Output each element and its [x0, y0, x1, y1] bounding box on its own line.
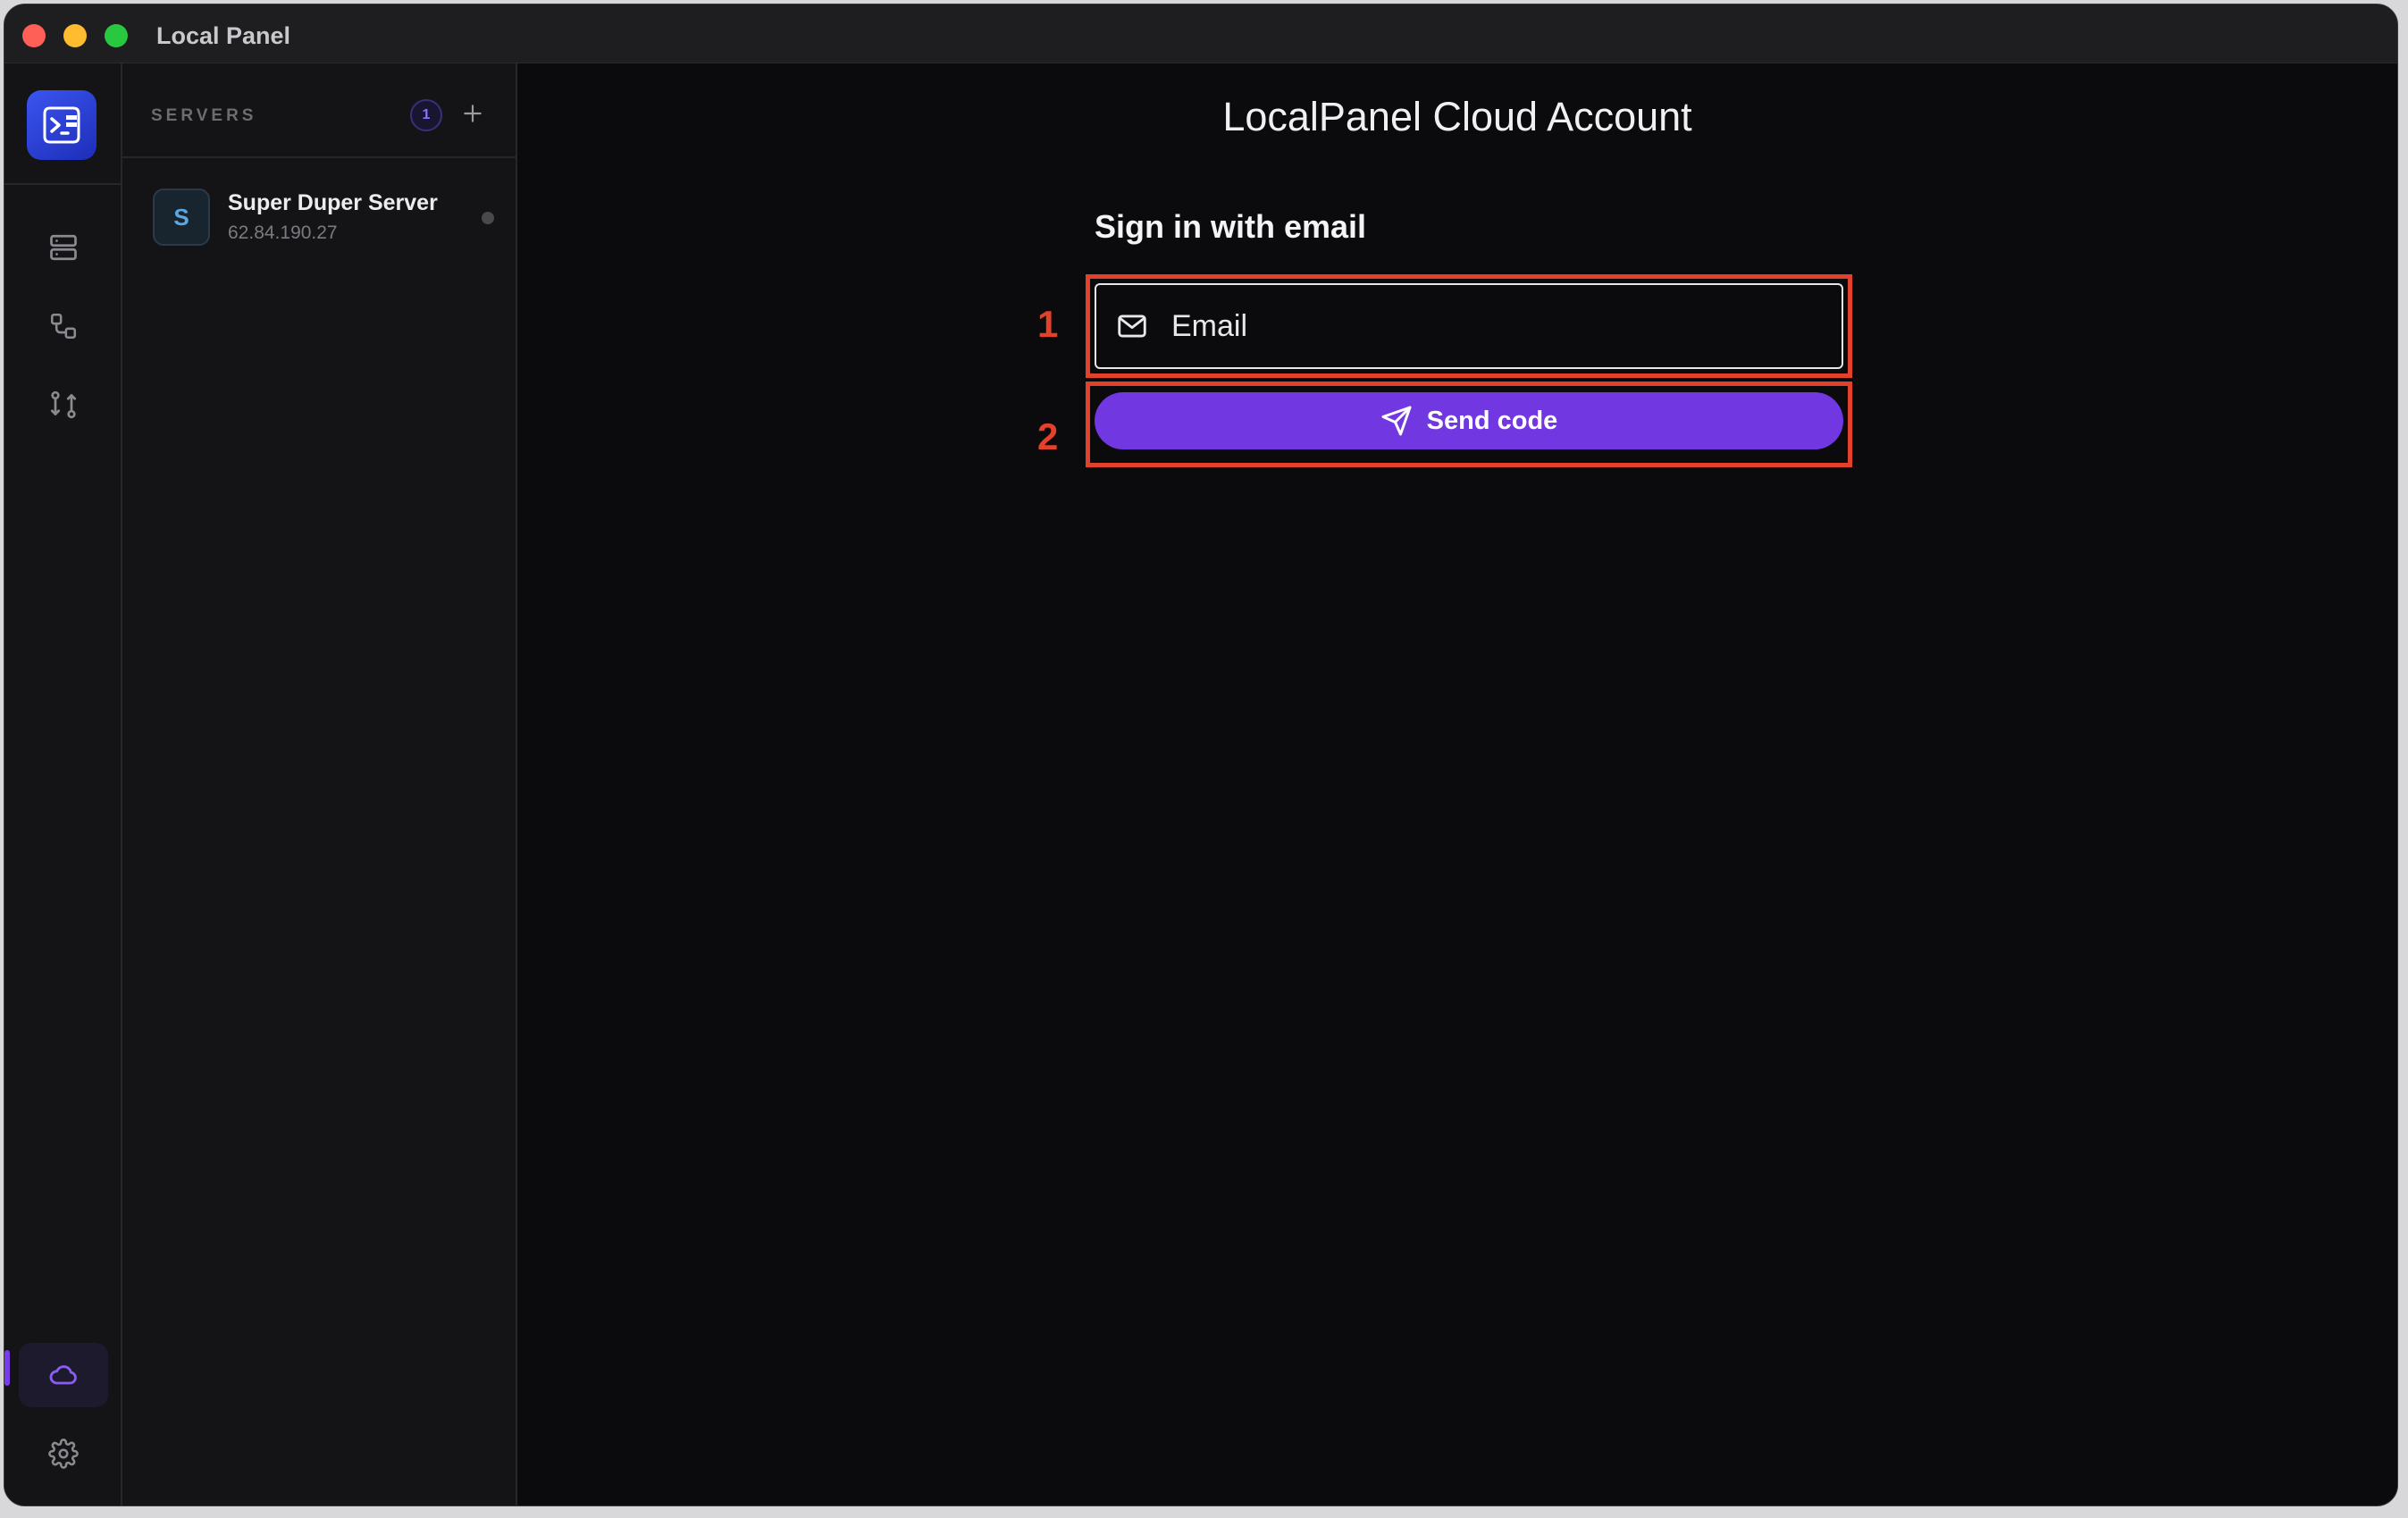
server-stack-icon	[50, 234, 77, 261]
app-window: Local Panel SERVERS 1 S Super Duper Serv…	[4, 4, 2398, 1506]
title-bar: Local Panel	[4, 4, 2397, 63]
minimize-window-button[interactable]	[63, 24, 87, 47]
servers-header: SERVERS 1	[122, 63, 516, 158]
workflows-nav-button[interactable]	[19, 294, 108, 358]
app-logo[interactable]	[27, 90, 96, 160]
servers-panel: SERVERS 1 S Super Duper Server 62.84.190…	[122, 63, 517, 1505]
sync-nav-button[interactable]	[19, 373, 108, 437]
paper-plane-icon	[1381, 406, 1412, 436]
server-name: Super Duper Server	[228, 190, 438, 215]
active-indicator	[4, 1350, 10, 1386]
cloud-nav-button[interactable]	[19, 1343, 108, 1407]
server-status-dot	[482, 212, 494, 224]
settings-nav-button[interactable]	[19, 1422, 108, 1486]
server-list-item[interactable]: S Super Duper Server 62.84.190.27	[137, 176, 501, 258]
mail-icon	[1114, 308, 1150, 344]
annotation-number-2: 2	[1037, 415, 1059, 457]
send-code-label: Send code	[1426, 406, 1558, 435]
rail-divider	[4, 183, 121, 185]
add-server-button[interactable]	[455, 96, 491, 131]
close-window-button[interactable]	[22, 24, 46, 47]
workflow-icon	[50, 313, 77, 340]
server-avatar: S	[153, 189, 210, 246]
email-field[interactable]	[1095, 283, 1843, 369]
gear-icon	[48, 1438, 79, 1469]
plus-icon	[464, 105, 482, 122]
servers-nav-button[interactable]	[19, 215, 108, 280]
servers-label: SERVERS	[151, 106, 257, 125]
form-title: Sign in with email	[1095, 208, 1367, 245]
cloud-icon	[49, 1365, 77, 1385]
main-content: LocalPanel Cloud Account Sign in with em…	[517, 63, 2397, 1505]
git-compare-icon	[50, 390, 77, 419]
server-ip: 62.84.190.27	[228, 222, 338, 243]
annotation-number-1: 1	[1037, 303, 1059, 345]
zoom-window-button[interactable]	[105, 24, 128, 47]
page-title: LocalPanel Cloud Account	[1222, 94, 1692, 139]
terminal-logo-icon	[43, 106, 80, 144]
email-input[interactable]	[1171, 299, 1842, 353]
window-title: Local Panel	[156, 22, 291, 49]
server-count-badge: 1	[410, 99, 442, 131]
icon-rail	[4, 63, 122, 1505]
send-code-button[interactable]: Send code	[1095, 392, 1843, 449]
